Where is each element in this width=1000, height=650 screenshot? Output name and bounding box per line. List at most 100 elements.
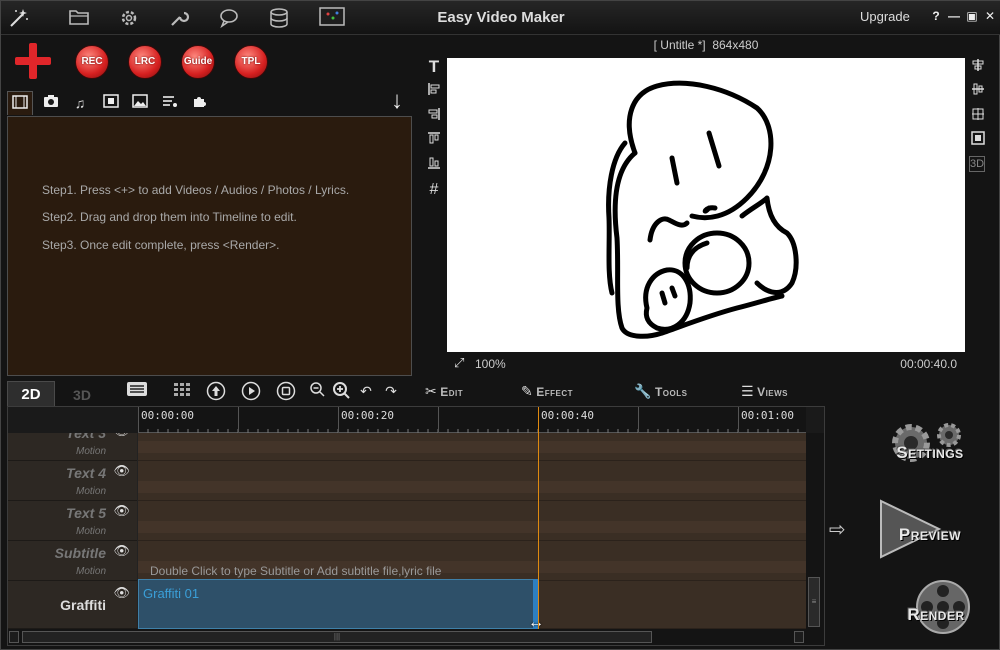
scroll-left-button[interactable]: [9, 631, 19, 643]
pencil-icon: ✎: [521, 383, 534, 399]
image-icon[interactable]: [127, 91, 153, 115]
add-media-button[interactable]: [15, 43, 51, 79]
lrc-button[interactable]: LRC: [128, 45, 162, 79]
eye-icon[interactable]: 👁: [113, 463, 130, 479]
align-bottom-icon[interactable]: [425, 156, 443, 174]
align-right-icon[interactable]: [425, 107, 443, 125]
text-tool-icon[interactable]: T: [425, 58, 443, 76]
play-icon[interactable]: [240, 381, 262, 401]
eye-icon[interactable]: 👁: [113, 585, 130, 601]
track-band: [138, 441, 806, 453]
track-row[interactable]: [138, 501, 806, 541]
effect-menu[interactable]: ✎ Effect: [521, 382, 573, 400]
edit-menu[interactable]: ✂ Edit: [425, 382, 463, 400]
arrow-right-icon: ⇨: [829, 519, 846, 541]
track-label-subtitle[interactable]: Subtitle Motion 👁: [8, 541, 137, 581]
align-center-horizontal-icon[interactable]: [969, 58, 987, 76]
grid-icon[interactable]: #: [425, 181, 443, 199]
track-label-text4[interactable]: Text 4 Motion 👁: [8, 461, 137, 501]
rec-button[interactable]: REC: [75, 45, 109, 79]
views-menu-label: Views: [757, 385, 789, 399]
preview-button[interactable]: Preview: [871, 499, 989, 561]
effect-menu-label: Effect: [536, 385, 574, 399]
scissors-icon: ✂: [425, 383, 438, 399]
vertical-scroll-thumb[interactable]: ≡: [808, 577, 820, 627]
3d-view-icon[interactable]: 3D: [969, 156, 985, 172]
lyrics-icon[interactable]: [157, 91, 183, 115]
thumbnail-view-icon[interactable]: [171, 381, 193, 401]
horizontal-scrollbar[interactable]: |||: [8, 629, 824, 645]
maximize-button[interactable]: ▣: [965, 9, 979, 23]
guide-button[interactable]: Guide: [181, 45, 215, 79]
scroll-right-button[interactable]: [794, 631, 804, 643]
zoom-out-icon[interactable]: [306, 381, 328, 401]
help-button[interactable]: ?: [929, 9, 943, 23]
graffiti-clip[interactable]: Graffiti 01: [138, 579, 538, 629]
minimize-button[interactable]: —: [947, 9, 961, 23]
move-up-icon[interactable]: [205, 381, 227, 401]
track-name: Text 3: [66, 433, 106, 441]
plus-icon-v: [29, 43, 37, 79]
edit-menu-label: Edit: [440, 385, 464, 399]
filmstrip-grid-icon[interactable]: [98, 91, 124, 115]
eye-icon[interactable]: 👁: [113, 433, 130, 439]
clip-label: Graffiti 01: [143, 586, 200, 601]
subtitle-hint: Double Click to type Subtitle or Add sub…: [150, 564, 442, 578]
ruler-major-tick: [338, 407, 339, 433]
close-button[interactable]: ✕: [983, 9, 997, 23]
menu-lines-icon: ☰: [741, 383, 755, 399]
views-menu[interactable]: ☰ Views: [741, 382, 788, 400]
undo-icon[interactable]: ↶: [355, 381, 377, 401]
zoom-level: 100%: [475, 357, 506, 371]
down-arrow-icon[interactable]: ↓: [384, 87, 410, 115]
track-label-graffiti[interactable]: Graffiti 👁: [8, 581, 137, 629]
playhead[interactable]: [538, 407, 539, 629]
tools-menu[interactable]: 🔧 Tools: [634, 382, 687, 400]
music-note-icon[interactable]: ♫: [67, 91, 93, 115]
track-row[interactable]: [138, 433, 806, 461]
fit-screen-icon[interactable]: [969, 131, 987, 149]
preview-canvas[interactable]: [447, 58, 965, 352]
track-sub: Motion: [75, 446, 106, 457]
ruler-major-tick: [238, 407, 239, 433]
step-3-text: Step3. Once edit complete, press <Render…: [42, 238, 280, 252]
track-name: Text 4: [66, 465, 106, 481]
align-left-icon[interactable]: [425, 82, 443, 100]
track-area[interactable]: Double Click to type Subtitle or Add sub…: [138, 433, 806, 629]
track-row[interactable]: [138, 461, 806, 501]
film-icon[interactable]: [7, 91, 33, 115]
title-bar: Easy Video Maker Upgrade ? — ▣ ✕: [1, 1, 1000, 35]
align-center-vertical-icon[interactable]: [969, 82, 987, 100]
ruler-label: 00:00:20: [341, 409, 394, 422]
track-labels: Text 3 Motion 👁 Text 4 Motion 👁 Text 5 M…: [8, 433, 138, 629]
track-band: [138, 521, 806, 533]
zoom-in-icon[interactable]: [330, 381, 352, 401]
upgrade-link[interactable]: Upgrade: [860, 9, 910, 24]
ruler-label: 00:00:40: [541, 409, 594, 422]
tab-3d[interactable]: 3D: [59, 383, 105, 407]
preview-status-bar: ⤢ 100% 00:00:40.0: [447, 352, 965, 374]
tab-2d[interactable]: 2D: [7, 381, 55, 407]
media-library-panel[interactable]: Step1. Press <+> to add Videos / Audios …: [7, 116, 412, 376]
settings-button[interactable]: Settings: [871, 419, 989, 481]
eye-icon[interactable]: 👁: [113, 543, 130, 559]
render-button[interactable]: Render: [877, 579, 995, 641]
center-both-icon[interactable]: [969, 107, 987, 125]
step-2-text: Step2. Drag and drop them into Timeline …: [42, 210, 297, 224]
eye-icon[interactable]: 👁: [113, 503, 130, 519]
align-top-icon[interactable]: [425, 131, 443, 149]
time-ruler[interactable]: 00:00:00 00:00:20 00:00:40 00:01:00: [138, 407, 806, 433]
timeline-panel[interactable]: 00:00:00 00:00:20 00:00:40 00:01:00 Text…: [7, 406, 825, 646]
ruler-label: 00:00:00: [141, 409, 194, 422]
track-label-text3[interactable]: Text 3 Motion 👁: [8, 433, 137, 461]
stop-icon[interactable]: [275, 381, 297, 401]
tpl-button[interactable]: TPL: [234, 45, 268, 79]
vertical-scrollbar[interactable]: ≡: [806, 433, 824, 629]
puzzle-icon[interactable]: [187, 91, 213, 115]
camera-icon[interactable]: [38, 91, 64, 115]
list-view-icon[interactable]: [126, 381, 148, 401]
expand-icon[interactable]: ⤢: [454, 355, 464, 371]
track-label-text5[interactable]: Text 5 Motion 👁: [8, 501, 137, 541]
redo-icon[interactable]: ↷: [380, 381, 402, 401]
horizontal-scroll-thumb[interactable]: |||: [22, 631, 652, 643]
